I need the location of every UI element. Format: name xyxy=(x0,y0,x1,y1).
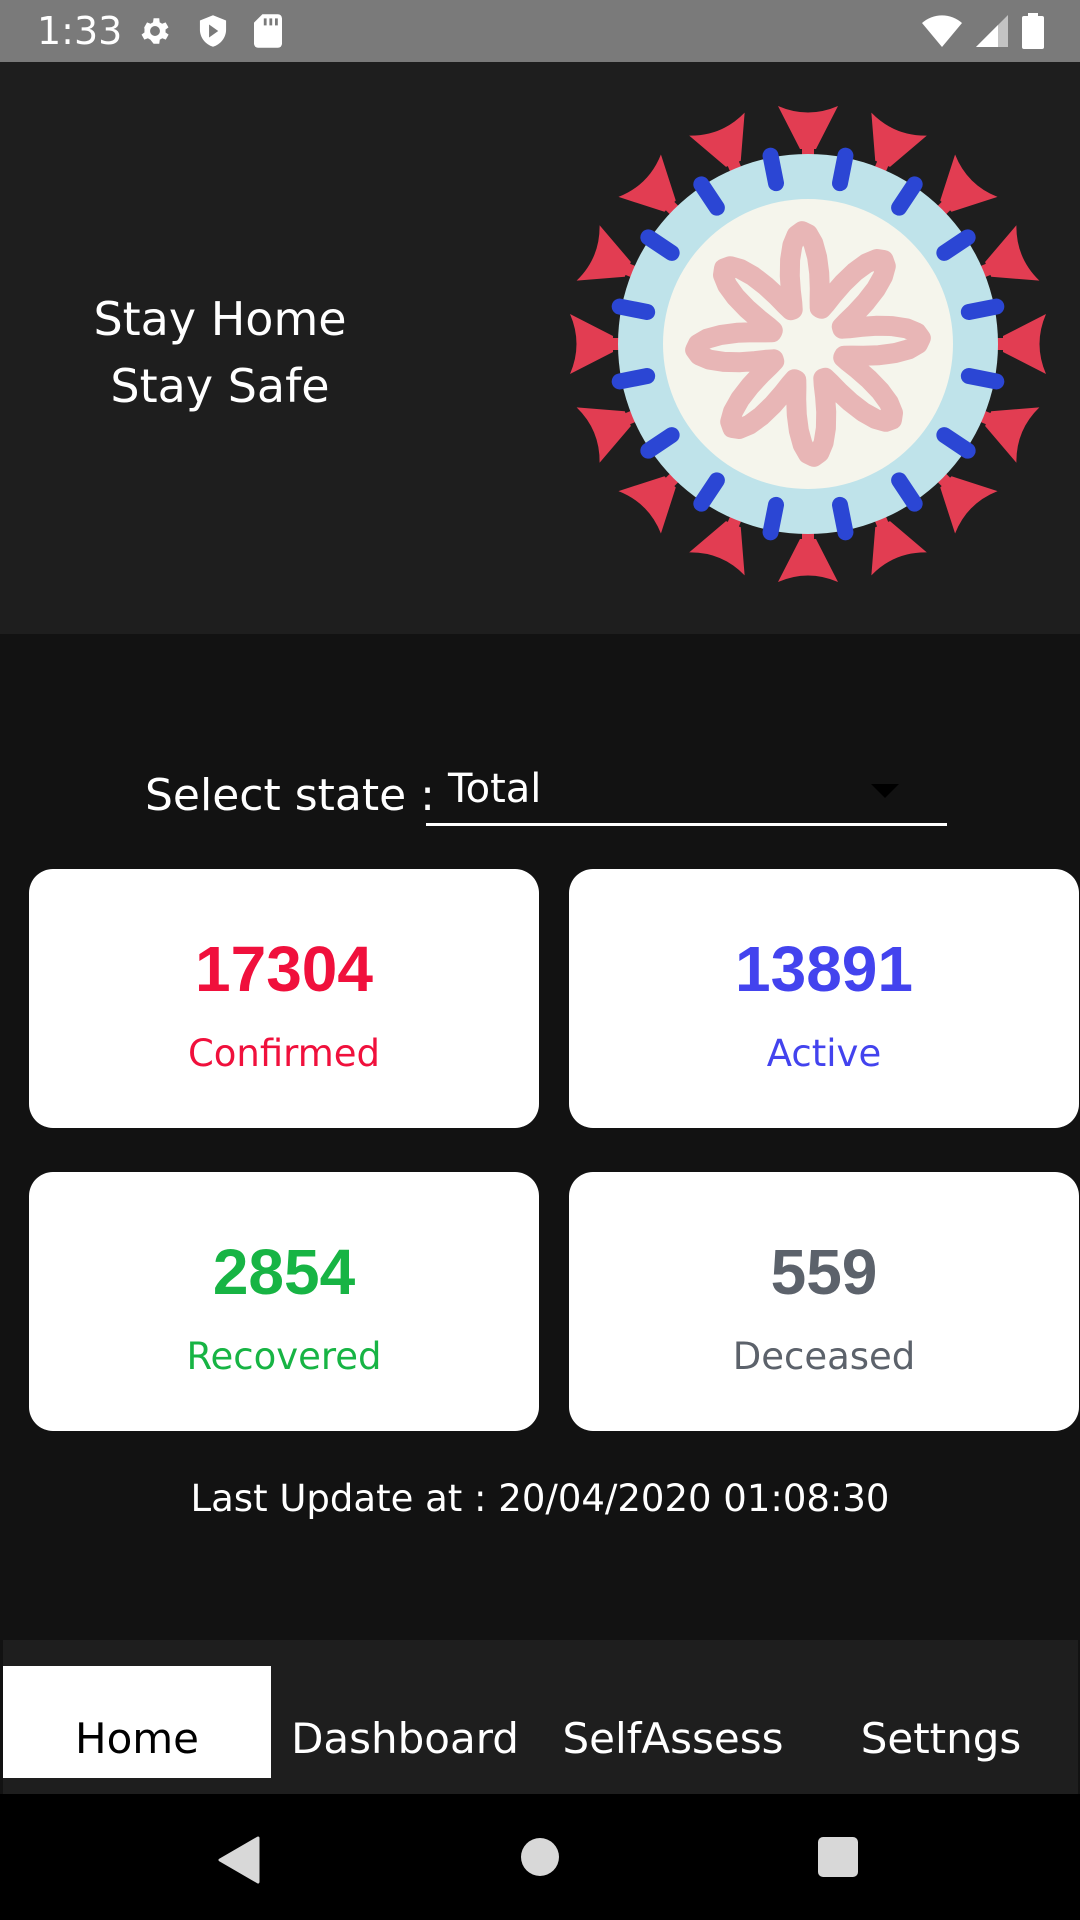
tab-dashboard-label: Dashboard xyxy=(291,1714,519,1763)
tab-home[interactable]: Home xyxy=(3,1666,271,1778)
recovered-count: 2854 xyxy=(212,1236,356,1308)
select-state-label: Select state : xyxy=(145,770,435,821)
recovered-label: Recovered xyxy=(186,1335,382,1378)
recovered-card: 2854 Recovered xyxy=(29,1172,539,1431)
state-dropdown-value: Total xyxy=(448,766,542,812)
slogan-line-1: Stay Home xyxy=(93,292,347,346)
deceased-count: 559 xyxy=(770,1236,878,1308)
tab-selfassess-label: SelfAssess xyxy=(562,1714,784,1763)
recents-square-icon[interactable] xyxy=(817,1836,859,1878)
slogan-line-2: Stay Safe xyxy=(110,359,330,413)
hero-banner: Stay Home Stay Safe xyxy=(0,62,1080,634)
tab-settings[interactable]: Settngs xyxy=(807,1666,1075,1778)
confirmed-label: Confirmed xyxy=(187,1032,381,1075)
status-time: 1:33 xyxy=(37,9,123,53)
deceased-card: 559 Deceased xyxy=(569,1172,1079,1431)
system-nav-bar xyxy=(0,1794,1080,1920)
active-label: Active xyxy=(766,1032,882,1075)
back-icon[interactable] xyxy=(216,1836,260,1884)
dropdown-arrow-icon xyxy=(871,784,899,798)
status-icons-right xyxy=(922,13,1044,49)
tab-selfassess[interactable]: SelfAssess xyxy=(539,1666,807,1778)
confirmed-card: 17304 Confirmed xyxy=(29,869,539,1128)
deceased-label: Deceased xyxy=(732,1335,916,1378)
state-dropdown[interactable]: Total xyxy=(426,760,947,826)
status-bar: 1:33 xyxy=(0,0,1080,62)
virus-illustration xyxy=(570,106,1046,582)
signal-icon xyxy=(976,15,1008,47)
app-screen: 1:33 Stay Home Stay Safe Select state: … xyxy=(0,0,1080,1920)
confirmed-count: 17304 xyxy=(195,933,373,1005)
home-circle-icon[interactable] xyxy=(519,1836,561,1878)
active-count: 13891 xyxy=(735,933,913,1005)
slogan: Stay Home Stay Safe xyxy=(60,286,380,420)
gear-icon xyxy=(141,18,169,44)
bottom-nav: Home Dashboard SelfAssess Settngs xyxy=(3,1640,1078,1794)
shield-icon xyxy=(199,15,227,47)
battery-icon xyxy=(1022,13,1044,49)
tab-dashboard[interactable]: Dashboard xyxy=(271,1666,539,1778)
last-update-text: Last Update at : 20/04/2020 01:08:30 xyxy=(190,1477,890,1520)
tab-home-label: Home xyxy=(74,1714,200,1763)
status-icons-left xyxy=(138,14,282,48)
tab-settings-label: Settngs xyxy=(860,1714,1022,1763)
sd-card-icon xyxy=(254,14,282,48)
wifi-icon xyxy=(922,15,962,47)
active-card: 13891 Active xyxy=(569,869,1079,1128)
